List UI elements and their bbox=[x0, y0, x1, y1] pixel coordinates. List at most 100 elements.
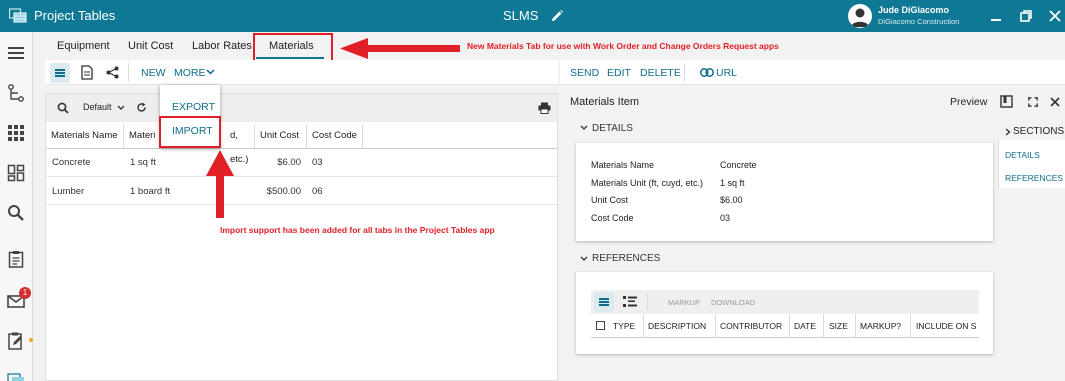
grid-toolbar: NEW MORE bbox=[45, 60, 558, 85]
ref-col-date[interactable]: DATE bbox=[794, 321, 816, 331]
references-toolbar: MARKUP DOWNLOAD bbox=[591, 290, 979, 314]
book-icon[interactable] bbox=[1000, 95, 1013, 108]
tab-labor-rates[interactable]: Labor Rates bbox=[192, 40, 252, 52]
share-icon[interactable] bbox=[106, 66, 119, 79]
field-label-materials-unit: Materials Unit (ft, cuyd, etc.) bbox=[591, 178, 704, 188]
column-header-unit-cost[interactable]: Unit Cost bbox=[255, 124, 307, 148]
markup-button[interactable]: MARKUP bbox=[668, 298, 700, 307]
app-header: Project Tables SLMS Jude DiGiacomo DiGia… bbox=[0, 0, 1065, 32]
document-icon[interactable] bbox=[81, 65, 93, 80]
row1-name[interactable]: Concrete bbox=[52, 157, 91, 168]
ref-col-markup[interactable]: MARKUP? bbox=[860, 321, 901, 331]
send-button[interactable]: SEND bbox=[570, 67, 599, 79]
row2-name[interactable]: Lumber bbox=[52, 186, 84, 197]
workflow-tree-icon[interactable] bbox=[7, 84, 25, 102]
toolbar-divider bbox=[128, 63, 129, 82]
search-icon[interactable] bbox=[57, 102, 69, 114]
chevron-down-icon[interactable] bbox=[117, 105, 125, 111]
col-divider bbox=[715, 314, 716, 338]
annotation-arrow-left-icon bbox=[340, 38, 460, 60]
close-panel-icon[interactable] bbox=[1050, 97, 1060, 107]
materials-grid: Default Materials Name Materi d, etc.) U… bbox=[45, 93, 558, 381]
edit-document-icon[interactable] bbox=[7, 332, 25, 350]
restore-window-icon[interactable] bbox=[1018, 8, 1034, 24]
list-view-icon[interactable] bbox=[594, 292, 614, 312]
pencil-edit-icon[interactable] bbox=[550, 9, 564, 23]
sections-link-details[interactable]: DETAILS bbox=[1005, 150, 1040, 160]
preview-button[interactable]: Preview bbox=[950, 96, 987, 108]
import-annotation-note: Import support has been added for all ta… bbox=[220, 225, 495, 235]
ref-col-contributor[interactable]: CONTRIBUTOR bbox=[720, 321, 782, 331]
field-value-unit-cost: $6.00 bbox=[720, 195, 743, 205]
detail-header-title: Materials Item bbox=[570, 96, 640, 108]
dashboard-icon[interactable] bbox=[7, 164, 25, 182]
link-icon[interactable] bbox=[700, 68, 714, 77]
row2-cost-code[interactable]: 06 bbox=[312, 186, 323, 197]
detail-panel: Materials Item Preview DETAILS Materials… bbox=[560, 86, 1065, 381]
mail-count-badge: 1 bbox=[19, 287, 31, 299]
col-divider bbox=[823, 314, 824, 338]
apps-grid-icon[interactable] bbox=[7, 124, 25, 142]
chevron-down-icon[interactable] bbox=[580, 125, 588, 131]
hamburger-menu-icon[interactable] bbox=[7, 44, 25, 62]
detail-list-icon[interactable] bbox=[623, 296, 637, 308]
references-card: MARKUP DOWNLOAD TYPE DESCRIPTION CONTRIB… bbox=[576, 272, 993, 354]
view-selector[interactable]: Default bbox=[83, 102, 112, 112]
materials-tab-highlight bbox=[253, 33, 333, 63]
notification-dot bbox=[29, 338, 33, 342]
references-section-title[interactable]: REFERENCES bbox=[592, 253, 660, 264]
column-header-cost-code[interactable]: Cost Code bbox=[307, 124, 363, 148]
sections-title[interactable]: SECTIONS bbox=[1013, 126, 1064, 137]
row2-unit[interactable]: 1 board ft bbox=[130, 186, 170, 197]
clipboard-icon[interactable] bbox=[7, 250, 25, 268]
row-divider bbox=[46, 204, 557, 205]
details-card: Materials Name Concrete Materials Unit (… bbox=[576, 143, 993, 241]
search-icon[interactable] bbox=[7, 204, 25, 222]
user-avatar[interactable] bbox=[848, 4, 872, 28]
toolbar-divider bbox=[684, 63, 685, 82]
ref-col-description[interactable]: DESCRIPTION bbox=[648, 321, 706, 331]
references-header-row: TYPE DESCRIPTION CONTRIBUTOR DATE SIZE M… bbox=[591, 314, 979, 338]
row1-unit[interactable]: 1 sq ft bbox=[130, 157, 156, 168]
more-button[interactable]: MORE bbox=[174, 67, 206, 79]
chevron-down-icon bbox=[206, 69, 215, 75]
project-name: SLMS bbox=[503, 8, 539, 23]
minimize-icon[interactable] bbox=[988, 8, 1004, 24]
header-divider bbox=[46, 148, 557, 149]
left-navigation-rail: 1 bbox=[0, 32, 33, 381]
chevron-down-icon[interactable] bbox=[580, 256, 588, 262]
col-divider bbox=[855, 314, 856, 338]
list-view-icon[interactable] bbox=[50, 63, 70, 83]
field-label-unit-cost: Unit Cost bbox=[591, 195, 629, 205]
project-tables-nav-icon[interactable] bbox=[7, 372, 25, 381]
row1-unit-cost[interactable]: $6.00 bbox=[255, 157, 301, 168]
download-button[interactable]: DOWNLOAD bbox=[711, 298, 755, 307]
col-divider bbox=[910, 314, 911, 338]
url-button[interactable]: URL bbox=[716, 67, 737, 79]
ref-col-type[interactable]: TYPE bbox=[613, 321, 635, 331]
print-icon[interactable] bbox=[538, 102, 551, 114]
row1-cost-code[interactable]: 03 bbox=[312, 157, 323, 168]
app-title: Project Tables bbox=[34, 8, 116, 23]
tab-equipment[interactable]: Equipment bbox=[57, 40, 110, 52]
refresh-icon[interactable] bbox=[136, 102, 147, 113]
row2-unit-cost[interactable]: $500.00 bbox=[255, 186, 301, 197]
sections-link-references[interactable]: REFERENCES bbox=[1005, 173, 1063, 183]
delete-button[interactable]: DELETE bbox=[640, 67, 681, 79]
column-header-materials-name[interactable]: Materials Name bbox=[46, 124, 124, 148]
fullscreen-icon[interactable] bbox=[1028, 97, 1038, 107]
close-window-icon[interactable] bbox=[1047, 8, 1063, 24]
ref-col-size[interactable]: SIZE bbox=[829, 321, 848, 331]
export-menu-item[interactable]: EXPORT bbox=[172, 101, 215, 113]
field-value-cost-code: 03 bbox=[720, 213, 731, 223]
ref-col-include-on[interactable]: INCLUDE ON S bbox=[916, 321, 978, 331]
import-highlight bbox=[159, 116, 221, 148]
details-section-title[interactable]: DETAILS bbox=[592, 123, 633, 134]
select-all-checkbox[interactable] bbox=[596, 321, 605, 330]
user-company: DiGiacomo Construction bbox=[878, 17, 960, 26]
new-button[interactable]: NEW bbox=[141, 67, 166, 79]
tab-unit-cost[interactable]: Unit Cost bbox=[128, 40, 173, 52]
chevron-right-icon[interactable] bbox=[1005, 128, 1011, 136]
edit-button[interactable]: EDIT bbox=[607, 67, 631, 79]
field-value-materials-unit: 1 sq ft bbox=[720, 178, 745, 188]
